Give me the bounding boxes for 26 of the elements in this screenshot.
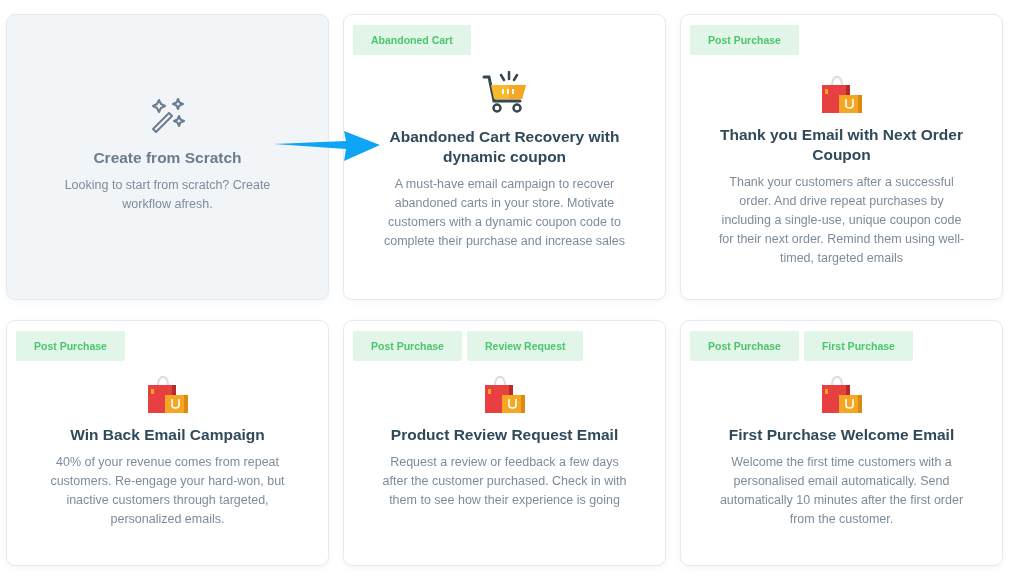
template-card[interactable]: Create from Scratch Looking to start from scratch? Create workflow afresh. [6,14,329,300]
card-title: First Purchase Welcome Email [728,425,955,445]
category-tag: Post Purchase [690,331,799,361]
category-tag: Abandoned Cart [353,25,471,55]
category-tag: Post Purchase [16,331,125,361]
card-description: Thank your customers after a successful order. And drive repeat purchases by including a single-use, unique coupon code for their next order. Remind them using well-timed, targeted emails [717,174,966,267]
category-tag: First Purchase [803,331,913,361]
card-description: Looking to start from scratch? Create workflow afresh. [63,177,272,213]
card-title: Create from Scratch [93,148,242,168]
template-card[interactable] [680,14,1003,300]
card-title: Product Review Request Email [390,425,619,445]
shopping-cart-icon [481,71,528,115]
category-tag: Post Purchase [353,331,462,361]
template-card[interactable] [680,320,1003,566]
card-description: Welcome the first time customers with a personalised email automatically. Send automatically 10 minutes after the first order from the customer. [718,454,965,528]
category-tag: Post Purchase [690,25,799,55]
card-title: Abandoned Cart Recovery with dynamic coupon [388,127,621,167]
category-tag: Review Request [466,331,584,361]
card-description: Request a review or feedback a few days after the customer purchased. Check in with them to see how their experience is going [381,454,628,509]
template-card[interactable]: Post Purchase Review Request Product Review Request Email Request a review or feedback a few days after the customer purchased. Check in with them to see how their experience is going [343,320,666,566]
card-description: 40% of your revenue comes from repeat customers. Re-engage your hard-won, but inactive customers through targeted, personalized emails. [49,454,286,528]
card-title: Win Back Email Campaign [70,425,265,445]
template-card[interactable]: Post Purchase Win Back Email Campaign 40% of your revenue comes from repeat customers. Re-engage your hard-won, but inactive customers through targeted, personalized emails. [6,320,329,566]
card-description: A must-have email campaign to recover abandoned carts in your store. Motivate customers with a dynamic coupon code to complete their purchase and increase sales [382,176,627,250]
template-card[interactable] [343,14,666,300]
card-title: Thank you Email with Next Order Coupon [719,125,964,165]
